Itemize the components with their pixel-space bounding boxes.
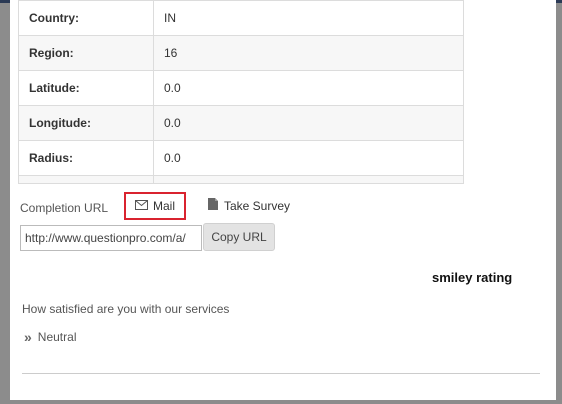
row-value-longitude: 0.0 <box>153 105 464 141</box>
table-row: Country: IN <box>18 0 464 36</box>
table-row: Longitude: 0.0 <box>18 105 464 141</box>
question-title: smiley rating <box>432 270 513 285</box>
completion-url-row: Completion URL Mail Take Survey <box>20 192 290 220</box>
row-key-country: Country: <box>18 0 154 36</box>
completion-url-label: Completion URL <box>20 201 109 215</box>
mail-button[interactable]: Mail <box>124 192 186 220</box>
table-row: Region: 16 <box>18 35 464 71</box>
row-key-partial <box>18 175 154 184</box>
section-divider <box>22 373 540 374</box>
answer-text: Neutral <box>37 330 77 344</box>
answer-row: » Neutral <box>24 329 76 345</box>
copy-url-button[interactable]: Copy URL <box>203 223 275 251</box>
table-row: Latitude: 0.0 <box>18 70 464 106</box>
row-value-region: 16 <box>153 35 464 71</box>
question-text: How satisfied are you with our services <box>22 302 230 316</box>
row-key-radius: Radius: <box>18 140 154 176</box>
double-chevron-right-icon: » <box>24 329 32 345</box>
row-value-latitude: 0.0 <box>153 70 464 106</box>
mail-label: Mail <box>152 199 175 213</box>
take-survey-link[interactable]: Take Survey <box>208 198 290 213</box>
response-details-modal: Country: IN Region: 16 Latitude: 0.0 Lon… <box>10 0 556 400</box>
envelope-icon <box>134 199 148 213</box>
take-survey-label: Take Survey <box>224 198 291 213</box>
location-info-table: Country: IN Region: 16 Latitude: 0.0 Lon… <box>18 0 464 184</box>
completion-url-input[interactable] <box>20 225 202 251</box>
row-key-latitude: Latitude: <box>18 70 154 106</box>
row-key-region: Region: <box>18 35 154 71</box>
document-icon <box>208 198 218 213</box>
row-value-radius: 0.0 <box>153 140 464 176</box>
table-row <box>18 175 464 184</box>
row-value-partial <box>153 175 464 184</box>
row-key-longitude: Longitude: <box>18 105 154 141</box>
row-value-country: IN <box>153 0 464 36</box>
table-row: Radius: 0.0 <box>18 140 464 176</box>
